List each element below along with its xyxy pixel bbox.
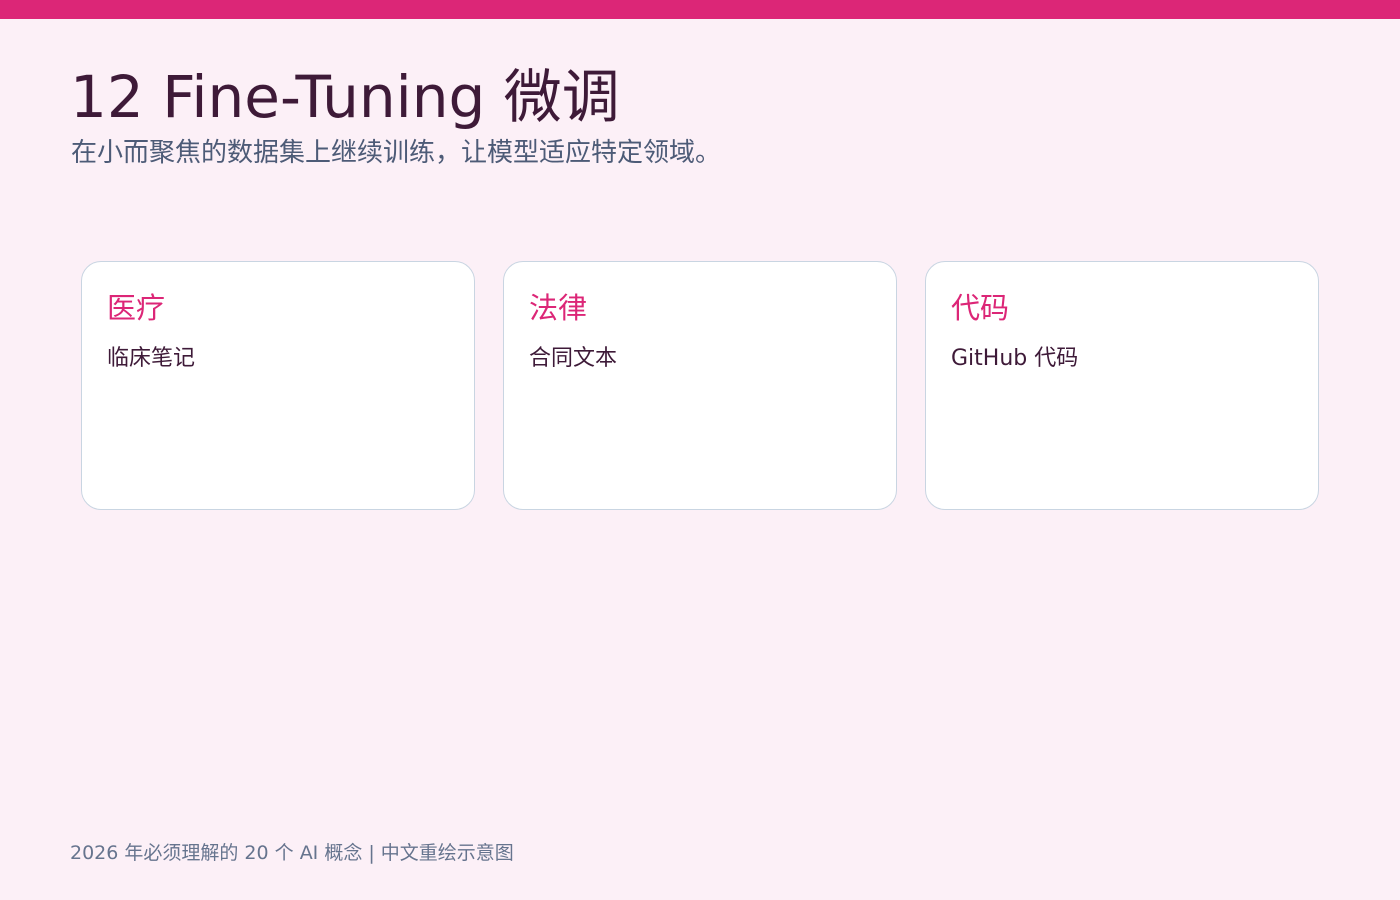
domain-card-legal: 法律 合同文本 — [503, 261, 897, 510]
top-accent-bar — [0, 0, 1400, 19]
page-title: 12 Fine-Tuning 微调 — [70, 63, 620, 131]
card-description: 合同文本 — [529, 346, 618, 371]
domain-card-medical: 医疗 临床笔记 — [81, 261, 475, 510]
page-subtitle: 在小而聚焦的数据集上继续训练，让模型适应特定领域。 — [71, 138, 722, 168]
card-description: GitHub 代码 — [951, 346, 1079, 371]
card-title: 医疗 — [107, 291, 166, 325]
card-description: 临床笔记 — [107, 346, 196, 371]
card-title: 法律 — [529, 291, 588, 325]
footer-caption: 2026 年必须理解的 20 个 AI 概念 | 中文重绘示意图 — [70, 842, 514, 864]
domain-card-code: 代码 GitHub 代码 — [925, 261, 1319, 510]
card-title: 代码 — [951, 291, 1010, 325]
